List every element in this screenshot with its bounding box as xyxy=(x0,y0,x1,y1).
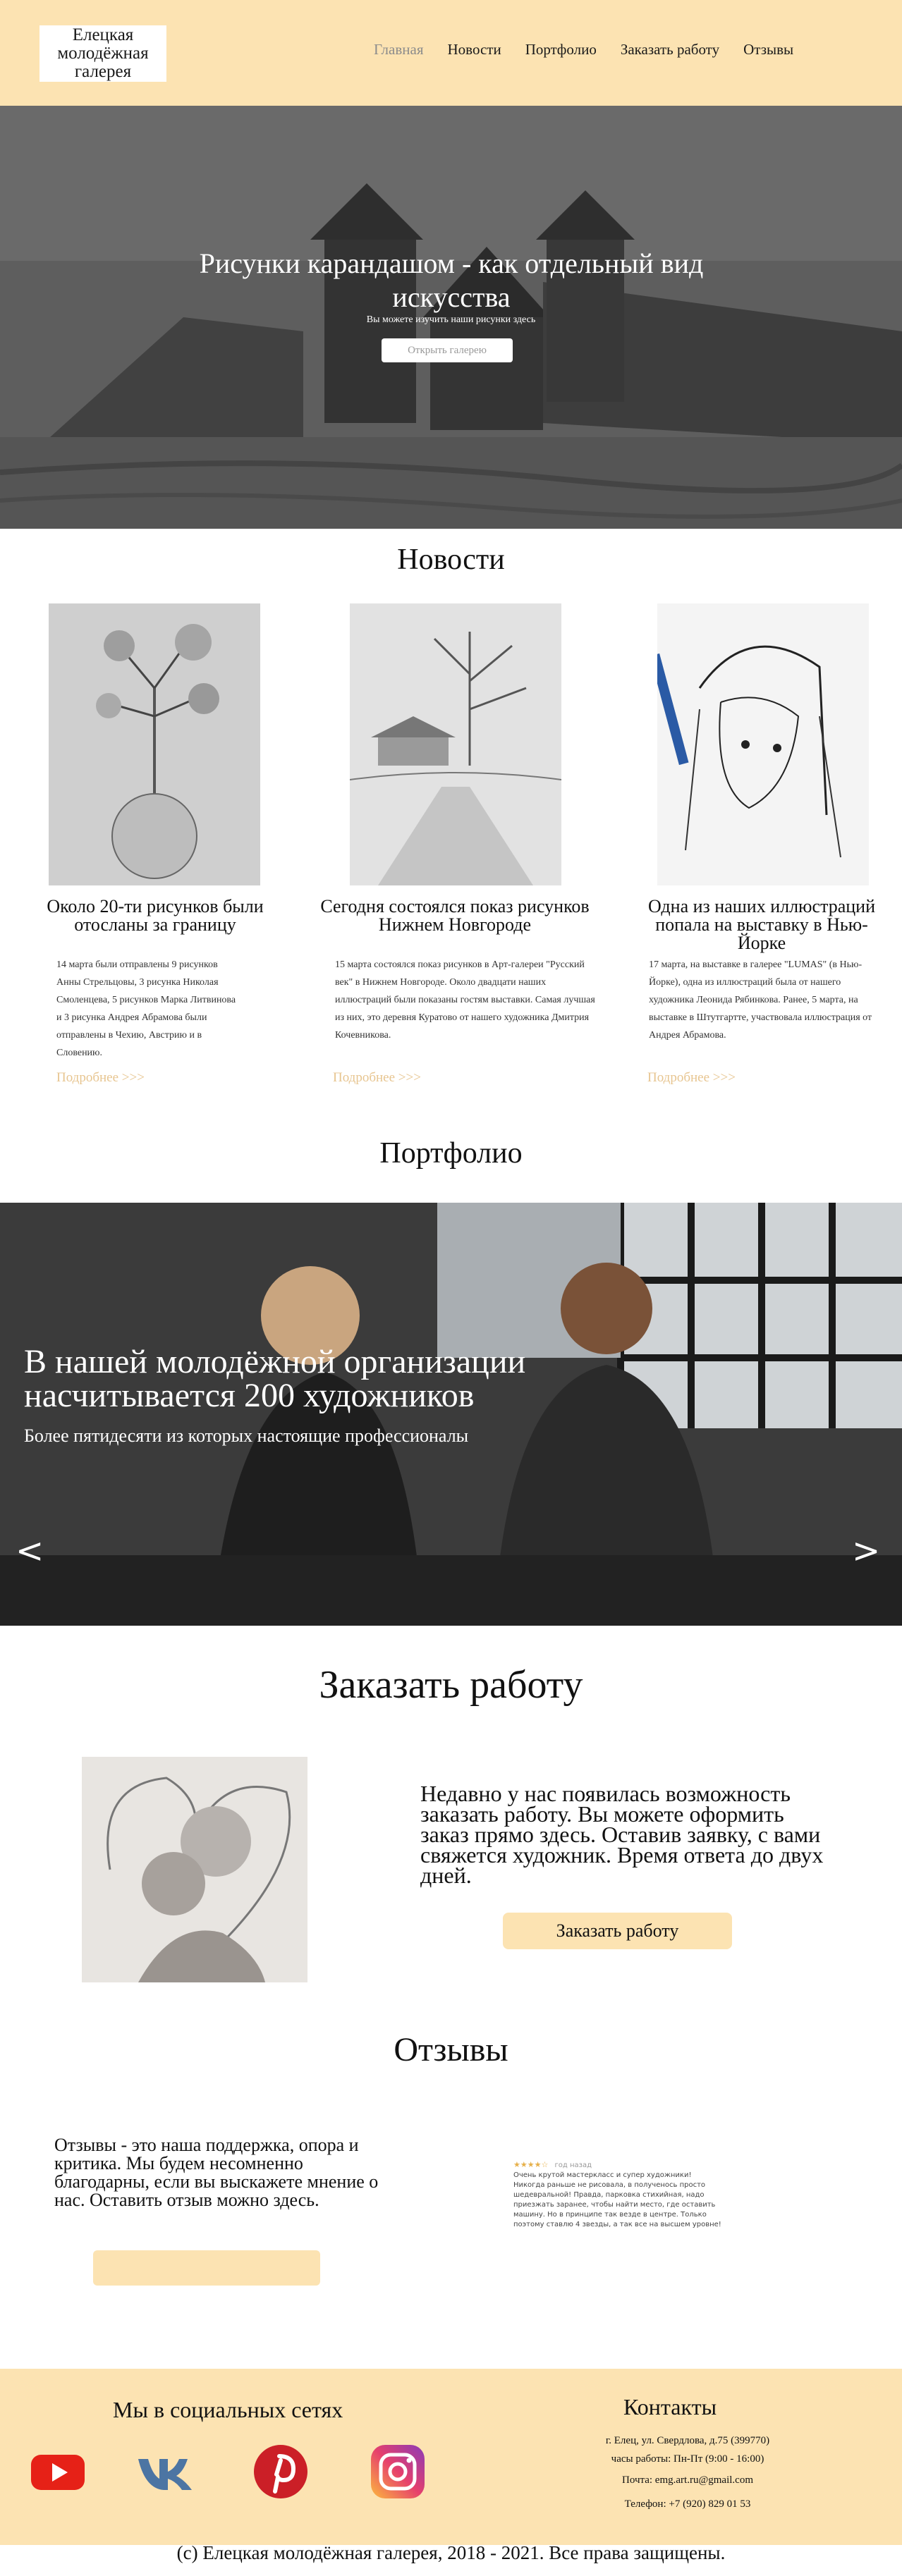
copyright: (c) Елецкая молодёжная галерея, 2018 - 2… xyxy=(176,2542,726,2563)
nav-link-news[interactable]: Новости xyxy=(448,41,501,59)
reviews-description: Отзывы - это наша поддержка, опора и кри… xyxy=(54,2135,379,2210)
nav-link-portfolio[interactable]: Портфолио xyxy=(525,41,597,59)
news-more-link-2[interactable]: Подробнее >>> xyxy=(333,1070,421,1086)
site-footer: Мы в социальных сетях Контакты г. Елец, … xyxy=(0,2369,902,2545)
contact-email[interactable]: Почта: emg.art.ru@gmail.com xyxy=(536,2474,839,2486)
review-stars: ★★★★☆ xyxy=(513,2160,549,2169)
hero-title: Рисунки карандашом - как отдельный вид и… xyxy=(199,247,704,313)
nav-link-home[interactable]: Главная xyxy=(374,41,424,59)
carousel-prev-icon[interactable]: < xyxy=(16,1534,44,1568)
contact-phone[interactable]: Телефон: +7 (920) 829 01 53 xyxy=(536,2498,839,2510)
news-text-3: 17 марта, на выставке в галерее "LUMAS" … xyxy=(649,959,872,1041)
order-description: Недавно у нас появилась возможность зака… xyxy=(420,1781,824,1888)
youtube-icon[interactable] xyxy=(28,2442,87,2501)
hero-banner: Рисунки карандашом - как отдельный вид и… xyxy=(0,106,902,529)
review-body: Очень крутой мастеркласс и супер художни… xyxy=(513,2171,721,2228)
news-image-lily xyxy=(49,603,260,885)
news-image-village xyxy=(350,603,561,885)
main-nav: Главная Новости Портфолио Заказать работ… xyxy=(374,41,817,59)
news-title-3: Одна из наших иллюстраций попала на выст… xyxy=(648,896,875,953)
site-logo[interactable]: Елецкая молодёжная галерея xyxy=(39,25,166,82)
contact-hours: часы работы: Пн-Пт (9:00 - 16:00) xyxy=(611,2453,764,2465)
social-title: Мы в социальных сетях xyxy=(113,2397,343,2422)
nav-link-order[interactable]: Заказать работу xyxy=(621,41,719,59)
carousel-photo xyxy=(0,1203,902,1626)
hero-subtitle: Вы можете изучить наши рисунки здесь xyxy=(366,314,536,325)
order-heading: Заказать работу xyxy=(319,1663,583,1707)
nav-link-reviews[interactable]: Отзывы xyxy=(743,41,793,59)
news-title-2: Сегодня состоялся показ рисунков Нижнем … xyxy=(320,896,590,935)
order-image-couple xyxy=(82,1757,307,1982)
carousel-next-icon[interactable]: > xyxy=(852,1534,880,1568)
vk-icon[interactable] xyxy=(135,2442,195,2501)
site-header: Елецкая молодёжная галерея Главная Новос… xyxy=(0,0,902,106)
leave-review-button[interactable] xyxy=(93,2250,320,2286)
news-image-girl xyxy=(657,603,869,885)
contacts-title: Контакты xyxy=(623,2394,717,2419)
review-date: год назад xyxy=(554,2161,592,2169)
carousel-slide-subtitle: Более пятидесяти из которых настоящие пр… xyxy=(24,1425,469,1446)
instagram-icon[interactable] xyxy=(368,2442,427,2501)
news-more-link-1[interactable]: Подробнее >>> xyxy=(56,1070,145,1086)
news-heading: Новости xyxy=(397,544,505,576)
carousel-slide-title: В нашей молодёжной организации насчитыва… xyxy=(24,1343,526,1414)
reviews-heading: Отзывы xyxy=(394,2031,508,2068)
portfolio-heading: Портфолио xyxy=(379,1137,523,1170)
news-title-1: Около 20-ти рисунков были отосланы за гр… xyxy=(47,896,264,935)
review-card: ★★★★☆ год назад Очень крутой мастеркласс… xyxy=(513,2160,725,2230)
portfolio-carousel[interactable]: В нашей молодёжной организации насчитыва… xyxy=(0,1203,902,1626)
contact-address: г. Елец, ул. Свердлова, д.75 (399770) xyxy=(605,2435,770,2446)
news-text-1: 14 марта были отправлены 9 рисунков Анны… xyxy=(56,959,236,1058)
order-button[interactable]: Заказать работу xyxy=(503,1913,732,1949)
open-gallery-button[interactable]: Открыть галерею xyxy=(382,338,513,362)
pinterest-icon[interactable] xyxy=(251,2442,310,2501)
news-text-2: 15 марта состоялся показ рисунков в Арт-… xyxy=(335,959,595,1041)
news-more-link-3[interactable]: Подробнее >>> xyxy=(647,1070,736,1086)
